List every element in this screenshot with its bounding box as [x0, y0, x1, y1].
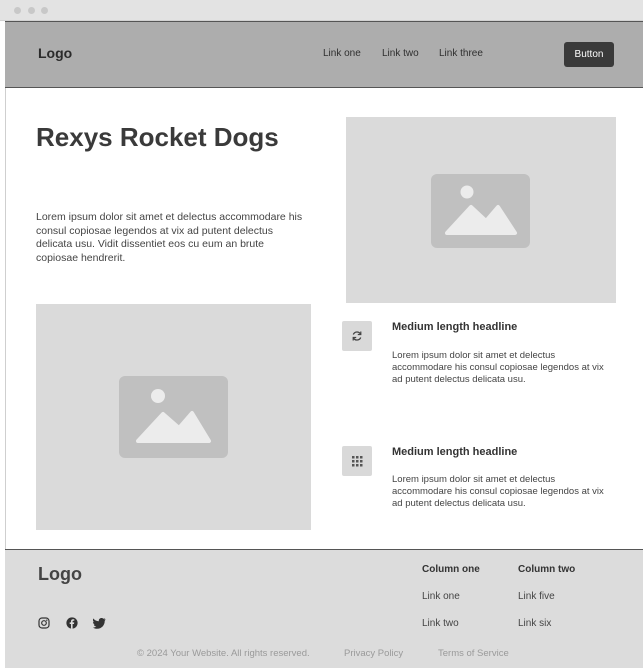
nav-link-three[interactable]: Link three	[439, 48, 483, 59]
footer: Logo Column one Link one Link two Column…	[5, 549, 643, 668]
feature-headline: Medium length headline	[392, 321, 518, 333]
privacy-policy-link[interactable]: Privacy Policy	[344, 648, 403, 659]
refresh-icon	[342, 321, 372, 351]
footer-link[interactable]: Link five	[518, 591, 555, 602]
window-dot-icon	[14, 7, 21, 14]
nav-link-one[interactable]: Link one	[323, 48, 361, 59]
feature-image-placeholder	[36, 304, 311, 530]
window-dot-icon	[41, 7, 48, 14]
feature-headline: Medium length headline	[392, 446, 518, 458]
hero-title: Rexys Rocket Dogs	[36, 122, 279, 152]
footer-link[interactable]: Link one	[422, 591, 460, 602]
nav-logo[interactable]: Logo	[38, 45, 72, 61]
hero-image-placeholder	[346, 117, 616, 303]
feature-text: Lorem ipsum dolor sit amet et delectus a…	[392, 474, 604, 509]
footer-link[interactable]: Link six	[518, 618, 551, 629]
facebook-icon[interactable]	[65, 616, 79, 630]
hero-text: Lorem ipsum dolor sit amet et delectus a…	[36, 211, 303, 264]
window-title-bar	[0, 0, 643, 21]
footer-column-heading: Column two	[518, 564, 576, 575]
image-icon	[431, 174, 530, 248]
terms-of-service-link[interactable]: Terms of Service	[438, 648, 509, 659]
feature-text: Lorem ipsum dolor sit amet et delectus a…	[392, 350, 604, 385]
instagram-icon[interactable]	[37, 616, 51, 630]
image-icon	[119, 376, 228, 458]
twitter-icon[interactable]	[92, 616, 106, 630]
nav-link-two[interactable]: Link two	[382, 48, 419, 59]
copyright-text: © 2024 Your Website. All rights reserved…	[137, 648, 310, 659]
footer-column-heading: Column one	[422, 564, 480, 575]
footer-link[interactable]: Link two	[422, 618, 459, 629]
footer-logo[interactable]: Logo	[38, 564, 82, 585]
navbar: Logo Link one Link two Link three Button	[5, 21, 643, 88]
nav-button[interactable]: Button	[564, 42, 614, 67]
grid-icon	[342, 446, 372, 476]
window-dot-icon	[28, 7, 35, 14]
